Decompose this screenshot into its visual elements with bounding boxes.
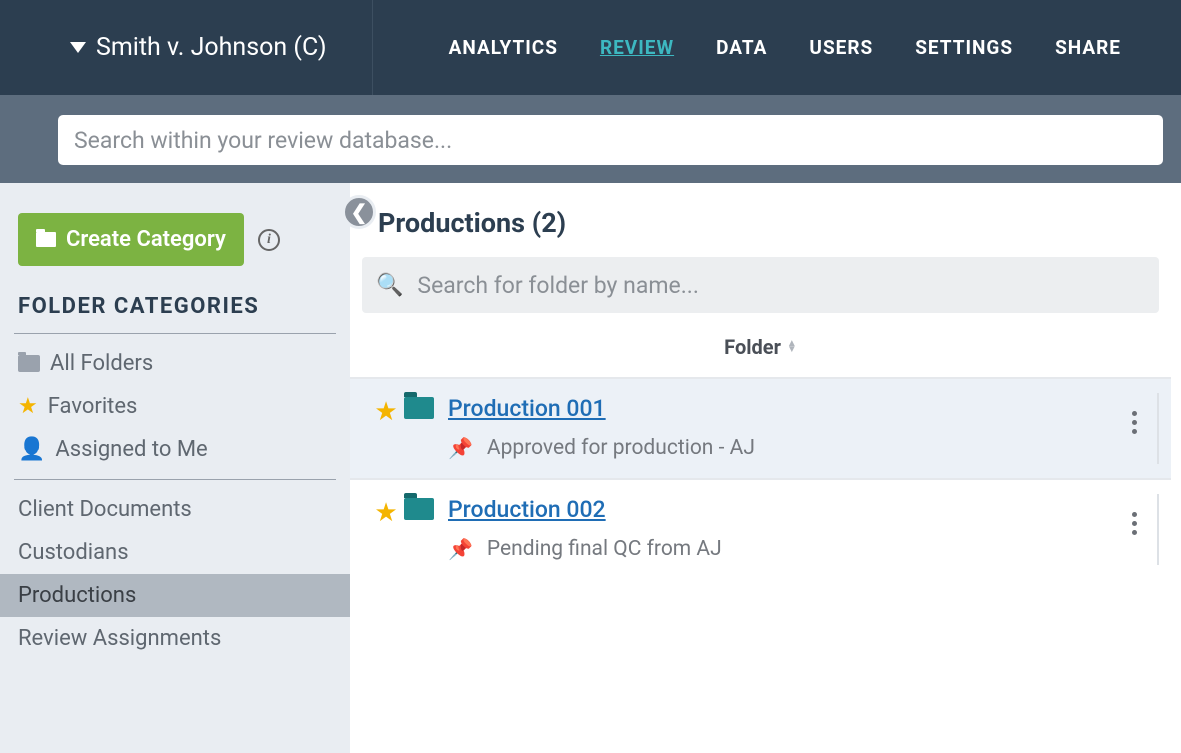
create-category-label: Create Category — [66, 227, 226, 252]
folder-icon — [18, 355, 40, 372]
sidebar-item-favorites[interactable]: ★ Favorites — [0, 385, 350, 428]
row-divider — [1157, 393, 1159, 464]
pin-icon: 📌 — [448, 436, 473, 460]
sidebar-item-custodians[interactable]: Custodians — [0, 531, 350, 574]
folder-row: ★ Production 002 📌 Pending final QC from AJ — [350, 478, 1171, 579]
user-category-list: Client Documents Custodians Productions Rev… — [0, 480, 350, 668]
global-search-input[interactable] — [58, 115, 1163, 165]
info-icon[interactable]: i — [258, 229, 280, 251]
folder-title-link[interactable]: Production 002 — [448, 496, 606, 523]
folder-note-text: Approved for production - AJ — [487, 436, 755, 460]
content-pane: ❮ Productions (2) 🔍 Folder ▲▼ ★ Productio… — [350, 183, 1181, 753]
search-icon: 🔍 — [376, 273, 403, 298]
sidebar-item-label: Favorites — [48, 394, 138, 419]
folder-icon — [404, 496, 448, 524]
sidebar-item-label: Review Assignments — [18, 626, 221, 651]
sidebar: Create Category i FOLDER CATEGORIES All … — [0, 183, 350, 753]
project-name: Smith v. Johnson (C) — [96, 33, 327, 62]
folder-title-link[interactable]: Production 001 — [448, 395, 606, 422]
content-title: Productions (2) — [350, 183, 1171, 251]
dropdown-triangle-icon — [70, 42, 86, 53]
nav-tabs: ANALYTICS REVIEW DATA USERS SETTINGS SHARE — [449, 36, 1121, 59]
sort-icon: ▲▼ — [787, 341, 797, 353]
column-folder-label: Folder — [724, 335, 781, 359]
favorite-star-button[interactable]: ★ — [368, 496, 404, 528]
table-header[interactable]: Folder ▲▼ — [350, 313, 1171, 377]
nav-tab-analytics[interactable]: ANALYTICS — [449, 36, 558, 59]
folder-search-input[interactable] — [417, 272, 1145, 299]
sidebar-item-label: Productions — [18, 583, 136, 608]
row-menu-button[interactable] — [1126, 405, 1143, 440]
row-divider — [1157, 494, 1159, 565]
sidebar-item-all-folders[interactable]: All Folders — [0, 342, 350, 385]
system-category-list: All Folders ★ Favorites👤 Assigned to Me — [0, 334, 350, 479]
folder-note-text: Pending final QC from AJ — [487, 537, 722, 561]
folder-row: ★ Production 001 📌 Approved for production … — [350, 377, 1171, 478]
chevron-left-icon: ❮ — [351, 200, 368, 224]
star-icon: ★ — [18, 396, 38, 418]
folder-icon — [404, 395, 448, 423]
sidebar-item-productions[interactable]: Productions — [0, 574, 350, 617]
sidebar-item-label: Assigned to Me — [55, 437, 207, 462]
top-bar: Smith v. Johnson (C) ANALYTICS REVIEW DATA… — [0, 0, 1181, 95]
sidebar-item-assigned-to-me[interactable]: 👤 Assigned to Me — [0, 428, 350, 471]
favorite-star-button[interactable]: ★ — [368, 395, 404, 427]
nav-tab-data[interactable]: DATA — [716, 36, 767, 59]
sidebar-item-review-assignments[interactable]: Review Assignments — [0, 617, 350, 660]
folder-search-bar: 🔍 — [362, 257, 1159, 313]
create-row: Create Category i — [0, 199, 350, 278]
main: Create Category i FOLDER CATEGORIES All … — [0, 183, 1181, 753]
create-category-button[interactable]: Create Category — [18, 213, 244, 266]
folder-icon — [36, 232, 56, 247]
collapse-sidebar-button[interactable]: ❮ — [342, 195, 376, 229]
nav-tab-review[interactable]: REVIEW — [600, 36, 674, 59]
nav-tab-users[interactable]: USERS — [809, 36, 873, 59]
folder-note: 📌 Pending final QC from AJ — [448, 537, 1153, 561]
person-icon: 👤 — [18, 439, 45, 461]
project-dropdown[interactable]: Smith v. Johnson (C) — [70, 0, 373, 95]
sidebar-item-label: Client Documents — [18, 497, 192, 522]
folder-rows: ★ Production 001 📌 Approved for production … — [350, 377, 1171, 579]
sidebar-item-label: All Folders — [50, 351, 153, 376]
nav-tab-share[interactable]: SHARE — [1055, 36, 1121, 59]
sidebar-item-label: Custodians — [18, 540, 129, 565]
sidebar-heading: FOLDER CATEGORIES — [0, 278, 350, 333]
row-menu-button[interactable] — [1126, 506, 1143, 541]
pin-icon: 📌 — [448, 537, 473, 561]
folder-note: 📌 Approved for production - AJ — [448, 436, 1153, 460]
global-search-band — [0, 95, 1181, 183]
sidebar-item-client-documents[interactable]: Client Documents — [0, 488, 350, 531]
nav-tab-settings[interactable]: SETTINGS — [915, 36, 1013, 59]
